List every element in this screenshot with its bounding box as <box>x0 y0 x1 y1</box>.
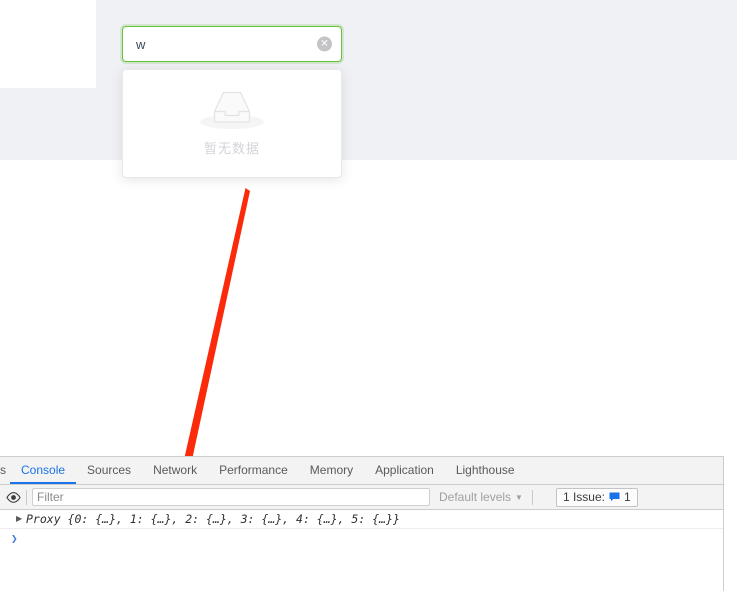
console-log-text: Proxy {0: {…}, 1: {…}, 2: {…}, 3: {…}, 4… <box>26 512 400 526</box>
console-prompt-row[interactable]: ❯ <box>0 529 723 547</box>
web-page-viewport: ✕ 暂无数据 <box>0 0 737 456</box>
devtools-tabbar: s Console Sources Network Performance Me… <box>0 457 723 485</box>
empty-inbox-icon <box>200 91 264 129</box>
disclosure-triangle-icon[interactable]: ▶ <box>16 515 26 523</box>
tab-elements-label: s <box>0 462 6 477</box>
log-levels-label: Default levels <box>439 490 512 504</box>
tab-application-label: Application <box>375 462 434 477</box>
issues-count: 1 <box>624 490 631 504</box>
tab-console-label: Console <box>21 462 66 477</box>
eye-icon[interactable] <box>0 491 26 503</box>
tab-sources-label: Sources <box>87 462 132 477</box>
tab-network-label: Network <box>153 462 198 477</box>
tab-lighthouse[interactable]: Lighthouse <box>445 457 526 484</box>
empty-state-text: 暂无数据 <box>203 140 260 156</box>
close-circle-icon[interactable]: ✕ <box>317 36 332 52</box>
tab-memory[interactable]: Memory <box>299 457 364 484</box>
issues-label: 1 Issue: <box>562 490 605 504</box>
tab-memory-label: Memory <box>309 462 354 477</box>
devtools-panel: s Console Sources Network Performance Me… <box>0 456 724 591</box>
left-white-panel <box>0 0 96 88</box>
toolbar-divider <box>26 489 27 505</box>
tab-performance[interactable]: Performance <box>208 457 299 484</box>
tab-network[interactable]: Network <box>142 457 208 484</box>
toolbar-divider-2 <box>531 489 533 505</box>
tab-application[interactable]: Application <box>364 457 445 484</box>
console-filter-input[interactable] <box>32 488 430 506</box>
app-background <box>0 0 737 160</box>
console-toolbar: Default levels ▼ 1 Issue: 1 <box>0 485 723 510</box>
console-output: ▶ Proxy {0: {…}, 1: {…}, 2: {…}, 3: {…},… <box>0 510 723 590</box>
empty-state: 暂无数据 <box>200 89 264 157</box>
chevron-down-icon: ▼ <box>515 492 523 502</box>
issues-badge[interactable]: 1 Issue: 1 <box>555 487 638 507</box>
tab-sources[interactable]: Sources <box>76 457 142 484</box>
tab-elements[interactable]: s <box>0 457 10 484</box>
select-search-input[interactable] <box>123 27 341 61</box>
console-log-row[interactable]: ▶ Proxy {0: {…}, 1: {…}, 2: {…}, 3: {…},… <box>0 510 723 529</box>
log-levels-dropdown[interactable]: Default levels ▼ <box>439 490 523 504</box>
select-input-wrapper[interactable]: ✕ <box>122 26 342 62</box>
issue-message-icon <box>609 492 620 502</box>
prompt-caret-icon: ❯ <box>11 531 18 545</box>
tab-performance-label: Performance <box>219 462 288 477</box>
tab-lighthouse-label: Lighthouse <box>455 462 515 477</box>
autocomplete-select-widget[interactable]: ✕ 暂无数据 <box>122 26 342 178</box>
select-dropdown-panel: 暂无数据 <box>122 69 342 178</box>
tab-console[interactable]: Console <box>10 457 77 484</box>
